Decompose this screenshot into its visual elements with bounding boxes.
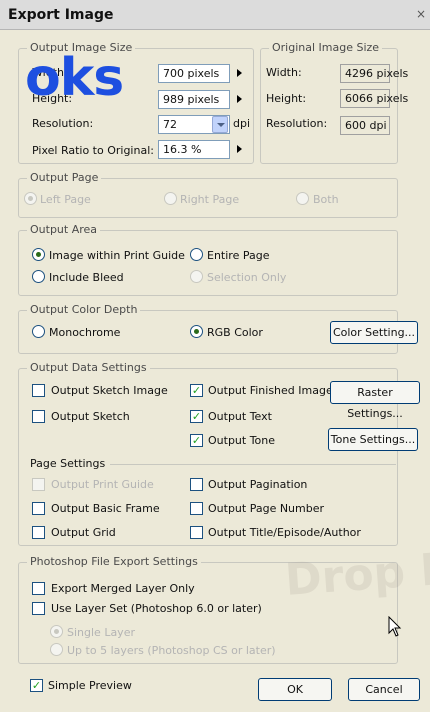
print-guide-checkbox[interactable] (32, 478, 45, 491)
overlay-text: oks (25, 48, 124, 108)
sketch-image-checkbox[interactable] (32, 384, 45, 397)
output-area-group: Output Area (18, 223, 398, 296)
orig-height-value: 6066 pixels (340, 89, 408, 108)
monochrome-label: Monochrome (49, 326, 121, 339)
entire-page-label: Entire Page (207, 249, 270, 262)
page-number-checkbox[interactable] (190, 502, 203, 515)
group-title: Output Data Settings (27, 361, 150, 374)
raster-settings-button[interactable]: Raster Settings... (330, 381, 420, 420)
group-title: Output Area (27, 223, 101, 236)
sketch-label: Output Sketch (51, 410, 130, 423)
group-title: Original Image Size (269, 41, 383, 54)
basic-frame-label: Output Basic Frame (51, 502, 160, 515)
orig-width-label: Width: (266, 66, 302, 79)
finished-image-label: Output Finished Image (208, 384, 333, 397)
title-episode-checkbox[interactable] (190, 526, 203, 539)
ok-button[interactable]: OK (258, 678, 332, 701)
pagination-label: Output Pagination (208, 478, 308, 491)
group-title: Output Color Depth (27, 303, 141, 316)
both-label: Both (313, 193, 339, 206)
orig-height-label: Height: (266, 92, 307, 105)
pagination-checkbox[interactable] (190, 478, 203, 491)
sketch-image-label: Output Sketch Image (51, 384, 168, 397)
group-title: Photoshop File Export Settings (27, 555, 201, 568)
title-episode-label: Output Title/Episode/Author (208, 526, 361, 539)
width-arrow-icon[interactable] (237, 69, 242, 77)
resolution-unit: dpi (233, 117, 251, 130)
pixel-ratio-field[interactable]: 16.3 % (158, 140, 230, 159)
single-layer-radio[interactable] (50, 625, 63, 638)
width-field[interactable]: 700 pixels (158, 64, 230, 83)
both-radio[interactable] (296, 192, 309, 205)
close-icon[interactable]: × (416, 6, 430, 22)
monochrome-radio[interactable] (32, 325, 45, 338)
page-settings-title: Page Settings (30, 457, 106, 470)
pixel-ratio-label: Pixel Ratio to Original: (32, 144, 154, 157)
layer-set-checkbox[interactable] (32, 602, 45, 615)
right-page-radio[interactable] (164, 192, 177, 205)
print-guide-label: Output Print Guide (51, 478, 154, 491)
layer-set-label: Use Layer Set (Photoshop 6.0 or later) (51, 602, 262, 615)
orig-resolution-value: 600 dpi (340, 116, 390, 135)
resolution-value: 72 (163, 118, 177, 131)
merged-layer-label: Export Merged Layer Only (51, 582, 195, 595)
within-guide-radio[interactable] (32, 248, 45, 261)
tone-settings-button[interactable]: Tone Settings... (328, 428, 418, 451)
include-bleed-label: Include Bleed (49, 271, 124, 284)
sketch-checkbox[interactable] (32, 410, 45, 423)
selection-only-label: Selection Only (207, 271, 287, 284)
tone-label: Output Tone (208, 434, 276, 447)
tone-checkbox[interactable]: ✓ (190, 434, 203, 447)
group-title: Output Page (27, 171, 102, 184)
selection-only-radio[interactable] (190, 270, 203, 283)
merged-layer-checkbox[interactable] (32, 582, 45, 595)
page-settings-divider (110, 464, 396, 465)
dialog-titlebar: Export Image × (0, 0, 430, 30)
rgb-color-radio[interactable] (190, 325, 203, 338)
mouse-cursor-icon (388, 616, 402, 637)
finished-image-checkbox[interactable]: ✓ (190, 384, 203, 397)
height-field[interactable]: 989 pixels (158, 90, 230, 109)
resolution-label: Resolution: (32, 117, 94, 130)
text-checkbox[interactable]: ✓ (190, 410, 203, 423)
entire-page-radio[interactable] (190, 248, 203, 261)
dialog-title: Export Image (8, 7, 114, 23)
text-label: Output Text (208, 410, 272, 423)
simple-preview-checkbox[interactable]: ✓ (30, 679, 43, 692)
height-arrow-icon[interactable] (237, 95, 242, 103)
right-page-label: Right Page (180, 193, 240, 206)
pixel-ratio-arrow-icon[interactable] (237, 145, 242, 153)
left-page-label: Left Page (40, 193, 91, 206)
rgb-color-label: RGB Color (207, 326, 263, 339)
cancel-button[interactable]: Cancel (348, 678, 420, 701)
include-bleed-radio[interactable] (32, 270, 45, 283)
left-page-radio[interactable] (24, 192, 37, 205)
orig-width-value: 4296 pixels (340, 64, 408, 83)
grid-checkbox[interactable] (32, 526, 45, 539)
up-to-5-radio[interactable] (50, 643, 63, 656)
simple-preview-label: Simple Preview (48, 679, 132, 692)
up-to-5-label: Up to 5 layers (Photoshop CS or later) (67, 644, 276, 657)
basic-frame-checkbox[interactable] (32, 502, 45, 515)
within-guide-label: Image within Print Guide (49, 249, 185, 262)
chevron-down-icon[interactable] (212, 116, 228, 133)
watermark-text: Drop Bo (283, 541, 430, 606)
color-setting-button[interactable]: Color Setting... (330, 321, 418, 344)
page-number-label: Output Page Number (208, 502, 325, 515)
single-layer-label: Single Layer (67, 626, 135, 639)
grid-label: Output Grid (51, 526, 116, 539)
orig-resolution-label: Resolution: (266, 117, 328, 130)
